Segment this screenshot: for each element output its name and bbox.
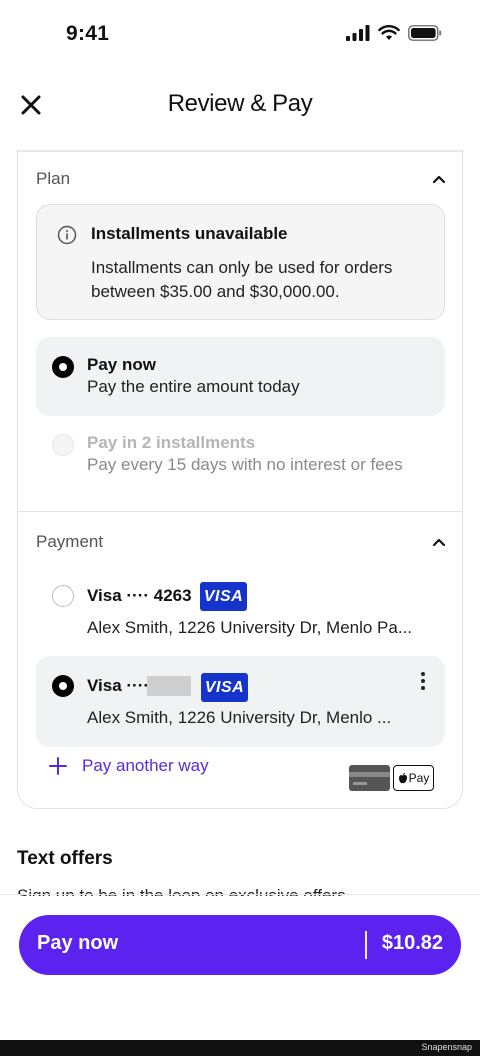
apple-logo-icon	[398, 772, 407, 784]
payment-method-label: Visa ····	[87, 676, 150, 695]
plan-option-subtitle: Pay every 15 days with no interest or fe…	[87, 455, 403, 474]
apple-pay-badge: Pay	[393, 765, 434, 791]
plus-icon	[49, 757, 67, 775]
total-amount: $10.82	[381, 932, 443, 954]
payment-section-header[interactable]: Payment	[36, 527, 446, 557]
status-bar: 9:41	[0, 0, 480, 72]
pay-another-way-label: Pay another way	[82, 756, 209, 775]
chevron-up-icon	[432, 538, 446, 547]
kebab-dot	[421, 686, 425, 690]
bottom-sheet-divider	[0, 894, 480, 895]
status-icons	[346, 25, 442, 41]
chevron-up-icon	[432, 175, 446, 184]
payment-method-address: Alex Smith, 1226 University Dr, Menlo Pa…	[87, 618, 413, 637]
radio-unselected[interactable]	[52, 585, 74, 607]
more-options-button[interactable]	[419, 672, 427, 692]
plan-section-title: Plan	[36, 169, 71, 188]
payment-method-visa-4263[interactable]: Visa ···· 4263 VISA Alex Smith, 1226 Uni…	[36, 572, 445, 644]
pay-another-way-button[interactable]: Pay another way	[48, 756, 209, 776]
payment-method-address: Alex Smith, 1226 University Dr, Menlo ..…	[87, 708, 392, 727]
watermark: Snapensnap	[421, 1042, 472, 1052]
kebab-dot	[421, 679, 425, 683]
wifi-icon	[378, 25, 400, 40]
installments-notice: Installments unavailable Installments ca…	[36, 204, 445, 320]
checkout-card: Plan Installments unavailable Installmen…	[17, 150, 463, 809]
pay-button-divider	[365, 931, 367, 959]
masked-card-number	[147, 676, 191, 696]
pay-now-label: Pay now	[37, 932, 119, 954]
plan-option-subtitle: Pay the entire amount today	[87, 377, 300, 396]
visa-logo: VISA	[201, 673, 248, 702]
page-title: Review & Pay	[167, 90, 313, 117]
payment-method-visa-selected[interactable]: Visa ···· VISA Alex Smith, 1226 Universi…	[36, 656, 445, 747]
footer-bar: Snapensnap	[0, 1040, 480, 1056]
info-icon	[57, 225, 77, 245]
navigation-bar: Review & Pay	[0, 72, 480, 138]
payment-section-title: Payment	[36, 532, 104, 551]
plan-option-pay-now[interactable]: Pay now Pay the entire amount today	[36, 337, 445, 416]
apple-pay-label: Pay	[408, 771, 430, 785]
text-offers-title: Text offers	[17, 848, 113, 869]
plan-option-title: Pay now	[87, 355, 156, 374]
radio-selected[interactable]	[52, 675, 74, 697]
card-icon	[349, 765, 390, 791]
radio-selected[interactable]	[52, 356, 74, 378]
kebab-dot	[421, 672, 425, 676]
section-divider	[18, 511, 462, 512]
visa-logo: VISA	[200, 582, 247, 611]
battery-icon	[408, 25, 442, 41]
cellular-signal-icon	[346, 25, 370, 41]
notice-body: Installments can only be used for orders…	[91, 258, 393, 301]
plan-section-header[interactable]: Plan	[36, 164, 446, 194]
status-time: 9:41	[66, 22, 110, 45]
plan-option-installments: Pay in 2 installments Pay every 15 days …	[36, 425, 445, 485]
payment-method-label: Visa ···· 4263	[87, 586, 192, 605]
radio-disabled	[52, 434, 74, 456]
pay-now-button[interactable]: Pay now $10.82	[19, 915, 461, 975]
plan-option-title: Pay in 2 installments	[87, 433, 256, 452]
notice-title: Installments unavailable	[91, 224, 288, 243]
